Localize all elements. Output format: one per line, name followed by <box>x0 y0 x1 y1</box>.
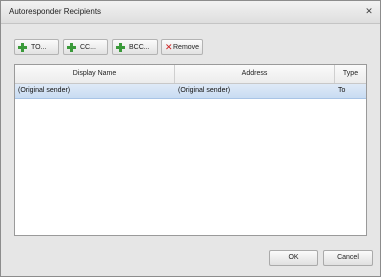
remove-button[interactable]: ✕ Remove <box>161 39 203 55</box>
add-to-label: TO... <box>31 43 47 51</box>
column-header-address[interactable]: Address <box>175 65 335 83</box>
plus-icon <box>116 42 125 52</box>
add-to-button[interactable]: TO... <box>14 39 59 55</box>
title-bar[interactable]: Autoresponder Recipients ✕ <box>1 1 380 24</box>
table-row[interactable]: (Original sender) (Original sender) To <box>15 84 366 99</box>
plus-icon <box>18 42 27 52</box>
autoresponder-recipients-dialog: Autoresponder Recipients ✕ TO... CC... B… <box>0 0 381 277</box>
close-icon[interactable]: ✕ <box>364 6 374 16</box>
plus-icon <box>67 42 76 52</box>
add-bcc-label: BCC... <box>129 43 150 51</box>
add-cc-label: CC... <box>80 43 96 51</box>
add-cc-button[interactable]: CC... <box>63 39 108 55</box>
cell-address: (Original sender) <box>178 87 231 94</box>
dialog-title: Autoresponder Recipients <box>9 7 102 16</box>
cancel-button[interactable]: Cancel <box>323 250 373 266</box>
remove-label: Remove <box>173 43 200 51</box>
column-header-type[interactable]: Type <box>335 65 366 83</box>
cell-display-name: (Original sender) <box>18 87 71 94</box>
grid-header: Display Name Address Type <box>15 65 366 84</box>
add-bcc-button[interactable]: BCC... <box>112 39 158 55</box>
cell-type: To <box>338 87 346 94</box>
recipients-grid[interactable]: Display Name Address Type (Original send… <box>14 64 367 236</box>
remove-icon: ✕ <box>165 41 173 52</box>
ok-button[interactable]: OK <box>269 250 318 266</box>
column-header-display-name[interactable]: Display Name <box>15 65 175 83</box>
